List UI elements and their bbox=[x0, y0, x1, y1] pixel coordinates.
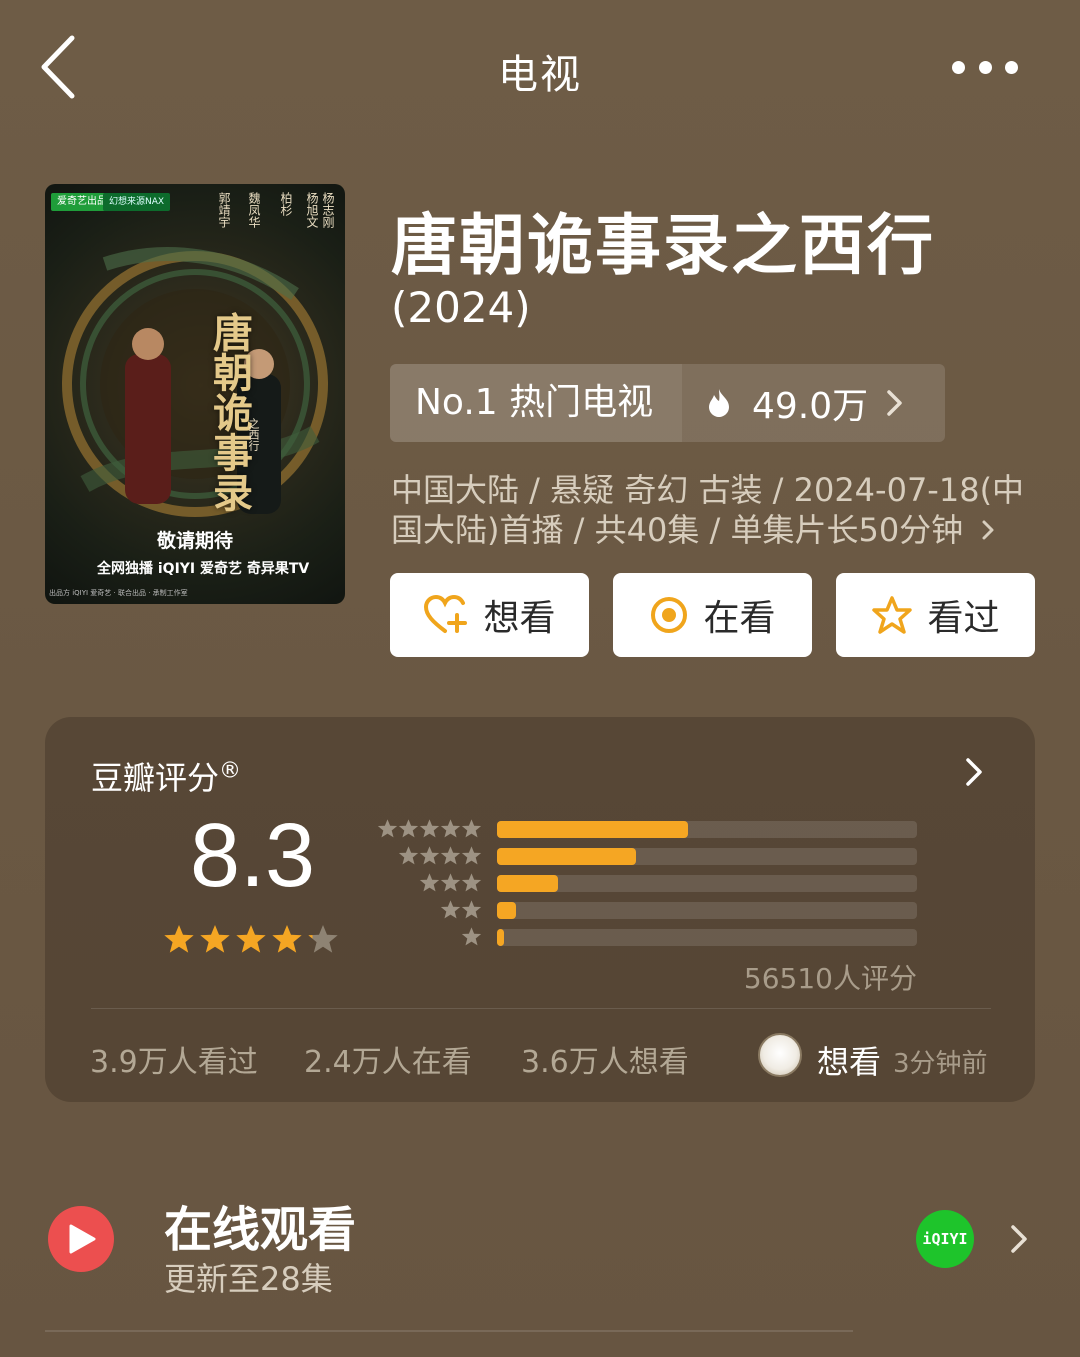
flame-icon bbox=[709, 389, 729, 417]
online-watch-title[interactable]: 在线观看 bbox=[164, 1190, 356, 1260]
watched-count[interactable]: 3.9万人看过 bbox=[90, 1037, 258, 1081]
rating-bar-stars bbox=[398, 845, 482, 867]
star-icon bbox=[398, 846, 419, 865]
poster-cast-name: 杨旭文 bbox=[305, 192, 319, 228]
movie-detail-page: 电视 爱奇艺出品 幻想来源NAX 杨志刚 杨旭文 柏杉 魏凤华 郭靖宇 唐朝诡事… bbox=[0, 0, 1080, 1357]
more-dots-icon bbox=[952, 60, 965, 74]
heat-indicator: 49.0万 bbox=[682, 364, 945, 442]
rating-count: 56510人评分 bbox=[743, 962, 917, 995]
friend-time: 3分钟前 bbox=[893, 1049, 988, 1079]
top-bar: 电视 bbox=[0, 0, 1080, 135]
want-label: 想看 bbox=[483, 598, 556, 639]
rating-bar-track bbox=[497, 848, 917, 865]
rank-label: No.1 热门电视 bbox=[390, 364, 682, 442]
poster-calligraphy: 唐朝诡事录 bbox=[206, 312, 253, 512]
more-button[interactable] bbox=[952, 54, 1018, 80]
star-icon bbox=[377, 819, 398, 838]
star-outline-icon bbox=[872, 596, 913, 634]
rating-bar-track bbox=[497, 875, 917, 892]
rating-bar-fill bbox=[497, 929, 504, 946]
avatar[interactable] bbox=[758, 1033, 802, 1077]
star-icon bbox=[200, 925, 230, 953]
chevron-right-icon[interactable] bbox=[965, 757, 983, 787]
poster-cast-name: 柏杉 bbox=[279, 192, 293, 216]
poster-image[interactable]: 爱奇艺出品 幻想来源NAX 杨志刚 杨旭文 柏杉 魏凤华 郭靖宇 唐朝诡事录 之… bbox=[45, 184, 345, 604]
rating-bar-row bbox=[375, 926, 920, 948]
want-button[interactable]: 想看 bbox=[390, 573, 589, 657]
poster-subtitle: 之西行 bbox=[247, 418, 260, 451]
star-icon bbox=[440, 846, 461, 865]
rating-bar-stars bbox=[440, 899, 482, 921]
poster-stay-tuned: 敬请期待 bbox=[156, 530, 233, 552]
rating-card[interactable]: 豆瓣评分® 8.3 56510人评分 3.9万人看过 2.4万人在看 3.6万人… bbox=[45, 717, 1035, 1102]
star-icon bbox=[308, 925, 338, 953]
target-icon bbox=[651, 597, 688, 633]
star-icon bbox=[236, 925, 266, 953]
show-meta[interactable]: 中国大陆 / 悬疑 奇幻 古装 / 2024-07-18(中国大陆)首播 / 共… bbox=[391, 470, 1041, 550]
rating-bar-fill bbox=[497, 902, 516, 919]
want-count[interactable]: 3.6万人想看 bbox=[521, 1037, 689, 1081]
watched-label: 看过 bbox=[927, 598, 1000, 639]
heat-value: 49.0万 bbox=[752, 386, 869, 427]
divider bbox=[91, 1008, 991, 1009]
rank-badge[interactable]: No.1 热门电视 49.0万 bbox=[390, 364, 945, 442]
online-watch-subtitle: 更新至28集 bbox=[164, 1260, 333, 1298]
watching-button[interactable]: 在看 bbox=[613, 573, 812, 657]
chevron-right-icon bbox=[887, 390, 902, 416]
star-icon bbox=[440, 873, 461, 892]
chevron-right-icon bbox=[982, 520, 994, 540]
play-button[interactable] bbox=[48, 1206, 114, 1272]
star-icon bbox=[461, 927, 482, 946]
star-icon bbox=[461, 819, 482, 838]
watching-count[interactable]: 2.4万人在看 bbox=[304, 1037, 472, 1081]
show-title: 唐朝诡事录之西行 bbox=[391, 207, 935, 284]
star-icon bbox=[398, 819, 419, 838]
poster-cast-name: 杨志刚 bbox=[321, 192, 335, 228]
rating-bar-row bbox=[375, 872, 920, 894]
iqiyi-label: iQIYI bbox=[922, 1230, 968, 1248]
divider bbox=[45, 1330, 853, 1332]
rating-bar-fill bbox=[497, 848, 636, 865]
poster-cast-name: 魏凤华 bbox=[247, 192, 261, 228]
rating-bar-row bbox=[375, 845, 920, 867]
rating-bar-row bbox=[375, 818, 920, 840]
star-icon bbox=[440, 900, 461, 919]
poster-badge-secondary: 幻想来源NAX bbox=[103, 193, 171, 211]
rating-bar-stars bbox=[461, 926, 482, 948]
rating-bar-stars bbox=[419, 872, 482, 894]
star-icon bbox=[461, 900, 482, 919]
rating-bar-row bbox=[375, 899, 920, 921]
registered-mark: ® bbox=[219, 758, 242, 784]
rating-stars bbox=[163, 923, 343, 955]
poster-cast-name: 郭靖宇 bbox=[217, 192, 231, 228]
poster-platform: 全网独播 iQIYI 爱奇艺 奇异果TV bbox=[97, 561, 310, 577]
star-icon bbox=[461, 873, 482, 892]
play-icon bbox=[69, 1224, 96, 1254]
star-icon bbox=[419, 846, 440, 865]
star-icon bbox=[440, 819, 461, 838]
rating-bar-fill bbox=[497, 875, 558, 892]
star-icon bbox=[164, 925, 194, 953]
watching-label: 在看 bbox=[703, 598, 776, 639]
rating-bar-track bbox=[497, 929, 917, 946]
rating-title: 豆瓣评分® bbox=[91, 758, 242, 797]
meta-text: 中国大陆 / 悬疑 奇幻 古装 / 2024-07-18(中国大陆)首播 / 共… bbox=[391, 471, 1025, 549]
friend-action: 想看 bbox=[817, 1043, 882, 1081]
show-year: (2024) bbox=[391, 283, 531, 332]
page-title: 电视 bbox=[498, 52, 582, 98]
rating-bar-track bbox=[497, 902, 917, 919]
watched-button[interactable]: 看过 bbox=[836, 573, 1035, 657]
star-icon bbox=[461, 846, 482, 865]
rating-bar-track bbox=[497, 821, 917, 838]
poster-credits: 出品方 iQIYI 爱奇艺 · 联合出品 · 承制工作室 bbox=[49, 589, 188, 597]
star-icon bbox=[419, 873, 440, 892]
star-icon bbox=[419, 819, 440, 838]
rating-bar-fill bbox=[497, 821, 689, 838]
heart-plus-icon bbox=[424, 595, 468, 633]
rating-score: 8.3 bbox=[190, 806, 316, 906]
star-icon bbox=[272, 925, 302, 953]
rating-bar-stars bbox=[377, 818, 482, 840]
iqiyi-icon[interactable]: iQIYI bbox=[916, 1210, 974, 1268]
chevron-right-icon[interactable] bbox=[1010, 1224, 1028, 1254]
